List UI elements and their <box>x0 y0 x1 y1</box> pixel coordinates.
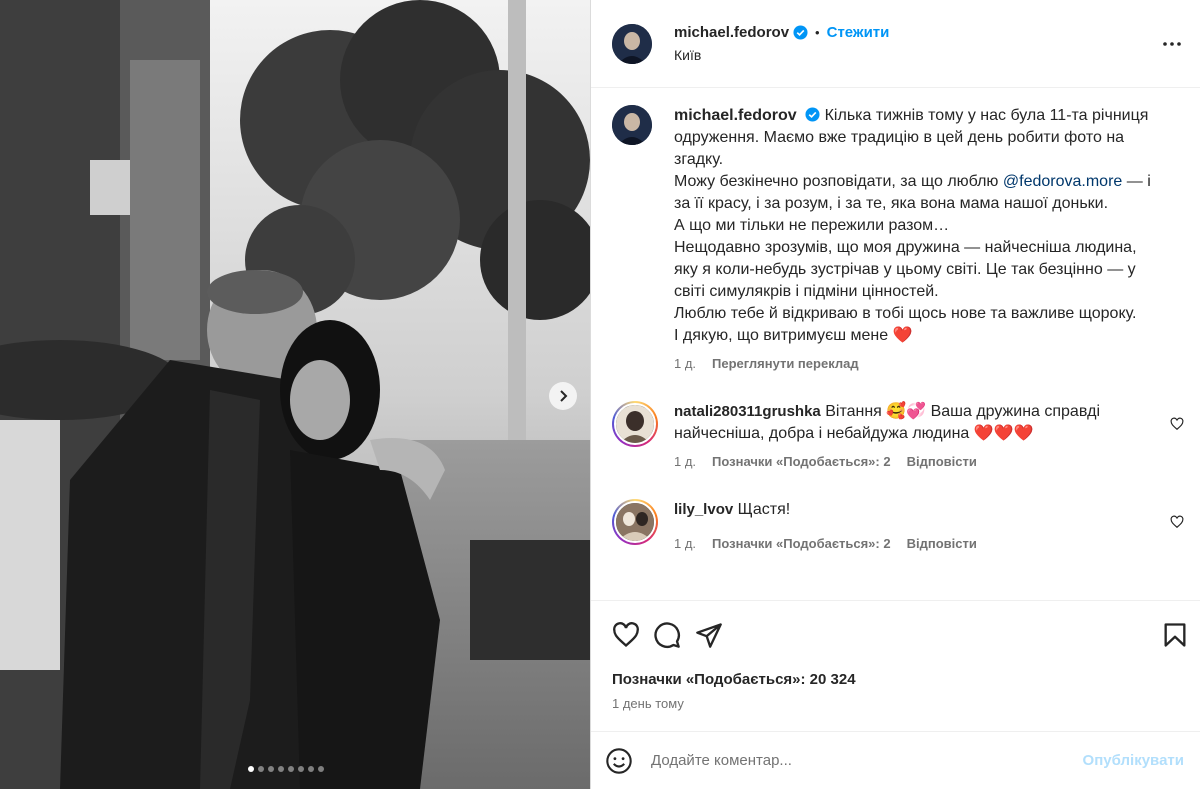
carousel-dot <box>308 766 314 772</box>
caption-username[interactable]: michael.fedorov <box>674 107 797 124</box>
comment-meta: 1 д. Позначки «Подобається»: 2 Відповіст… <box>674 451 1144 473</box>
comment-username[interactable]: lily_lvov <box>674 501 733 518</box>
carousel-dot <box>258 766 264 772</box>
likes-count[interactable]: Позначки «Подобається»: 20 324 <box>612 671 856 688</box>
emoji-icon[interactable] <box>605 747 633 775</box>
post-header-text: michael.fedorov • Стежити Київ <box>674 24 889 63</box>
comment-avatar[interactable] <box>612 401 658 447</box>
carousel-dot <box>288 766 294 772</box>
caption-text: Люблю тебе й відкриваю в тобі щось нове … <box>674 305 1137 322</box>
avatar-image <box>612 23 652 64</box>
post-photo <box>0 0 590 789</box>
post-comment-button[interactable]: Опублікувати <box>1083 752 1184 769</box>
comments-section: michael.fedorov Кілька тижнів тому у нас… <box>591 89 1200 599</box>
comment-time[interactable]: 1 д. <box>674 533 696 555</box>
comment-item: lily_lvov Щастя! 1 д. Позначки «Подобаєт… <box>612 499 1184 555</box>
avatar-image <box>616 503 654 541</box>
caption-text: А що ми тільки не пережили разом… <box>674 217 950 234</box>
caption-time[interactable]: 1 д. <box>674 353 696 375</box>
avatar-image <box>612 105 652 145</box>
comment-item: natali280311grushka Вітання 🥰💞 Ваша друж… <box>612 401 1184 473</box>
carousel-dot <box>278 766 284 772</box>
comment-username[interactable]: natali280311grushka <box>674 403 821 420</box>
caption-text: Нещодавно зрозумів, що моя дружина — най… <box>674 239 1137 300</box>
comment-input[interactable] <box>651 752 1051 769</box>
mention-link[interactable]: @fedorova.more <box>1003 173 1122 190</box>
reply-button[interactable]: Відповісти <box>907 533 977 555</box>
carousel-dot <box>248 766 254 772</box>
comment-text: Щастя! <box>737 501 791 518</box>
post-modal: michael.fedorov • Стежити Київ michael.f… <box>0 0 1200 789</box>
see-translation-button[interactable]: Переглянути переклад <box>712 353 859 375</box>
next-slide-button[interactable] <box>549 382 577 410</box>
post-header: michael.fedorov • Стежити Київ <box>591 0 1200 88</box>
carousel-dot <box>268 766 274 772</box>
like-comment-heart-icon[interactable] <box>1170 417 1184 431</box>
caption-meta: 1 д. Переглянути переклад <box>674 353 1164 375</box>
carousel-dot <box>298 766 304 772</box>
comment-avatar[interactable] <box>612 499 658 545</box>
avatar[interactable] <box>612 23 652 64</box>
follow-button[interactable]: Стежити <box>827 24 890 41</box>
comment-likes[interactable]: Позначки «Подобається»: 2 <box>712 451 891 473</box>
chevron-right-icon <box>560 390 568 402</box>
separator: • <box>815 25 820 40</box>
verified-badge-icon <box>805 107 820 122</box>
post-media[interactable] <box>0 0 590 789</box>
caption-avatar[interactable] <box>612 105 652 145</box>
caption-text: І дякую, що витримуєш мене ❤️ <box>674 327 913 344</box>
post-sidebar: michael.fedorov • Стежити Київ michael.f… <box>590 0 1200 789</box>
like-comment-heart-icon[interactable] <box>1170 515 1184 529</box>
avatar-image <box>616 405 654 443</box>
more-options-icon[interactable] <box>1160 32 1184 56</box>
location-link[interactable]: Київ <box>674 47 889 63</box>
reply-button[interactable]: Відповісти <box>907 451 977 473</box>
add-comment-bar: Опублікувати <box>591 731 1200 789</box>
comment-body: lily_lvov Щастя! 1 д. Позначки «Подобаєт… <box>674 499 1144 555</box>
caption-text: Можу безкінечно розповідати, за що люблю <box>674 173 999 190</box>
carousel-indicator <box>248 766 324 772</box>
author-username[interactable]: michael.fedorov <box>674 24 789 41</box>
carousel-dot <box>318 766 324 772</box>
heart-icon[interactable] <box>612 621 640 649</box>
comment-likes[interactable]: Позначки «Подобається»: 2 <box>712 533 891 555</box>
comment-meta: 1 д. Позначки «Подобається»: 2 Відповіст… <box>674 533 1144 555</box>
comment-body: natali280311grushka Вітання 🥰💞 Ваша друж… <box>674 401 1144 473</box>
caption-body: michael.fedorov Кілька тижнів тому у нас… <box>674 105 1164 375</box>
share-icon[interactable] <box>695 621 723 649</box>
post-time[interactable]: 1 день тому <box>612 696 684 711</box>
comment-icon[interactable] <box>653 621 681 649</box>
verified-badge-icon <box>793 25 808 40</box>
post-caption: michael.fedorov Кілька тижнів тому у нас… <box>612 89 1184 375</box>
comment-time[interactable]: 1 д. <box>674 451 696 473</box>
bookmark-icon[interactable] <box>1161 621 1189 649</box>
